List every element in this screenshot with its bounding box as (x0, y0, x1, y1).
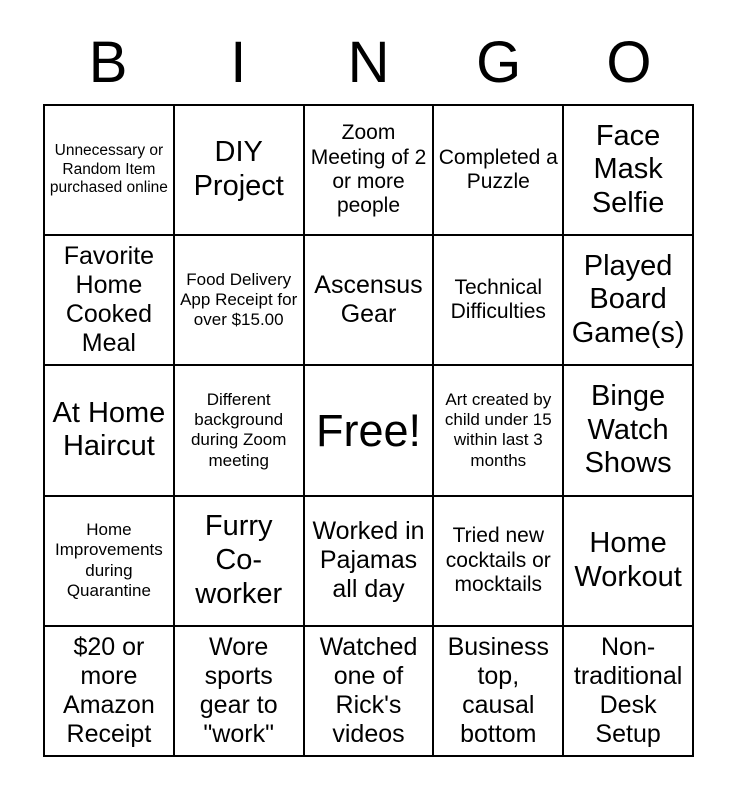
bingo-cell-label: Played Board Game(s) (571, 249, 685, 350)
bingo-cell-label: Face Mask Selfie (591, 119, 665, 219)
bingo-cell-r1c3[interactable]: Zoom Meeting of 2 or more people (304, 106, 435, 237)
bingo-cell-r1c5[interactable]: Face Mask Selfie (564, 106, 694, 237)
bingo-cell-label: Completed a Puzzle (438, 145, 558, 194)
bingo-cell-label: Non-traditional Desk Setup (573, 632, 683, 748)
bingo-cell-label: Ascensus Gear (314, 271, 423, 329)
bingo-cell-label: Business top, causal bottom (447, 632, 550, 748)
bingo-cell-r2c5[interactable]: Played Board Game(s) (564, 236, 694, 367)
bingo-cell-r3c3[interactable]: Free! (304, 366, 435, 497)
bingo-cell-label: Home Workout (574, 527, 682, 593)
bingo-cell-label: Furry Co-worker (195, 510, 283, 610)
bingo-cell-r3c1[interactable]: At Home Haircut (45, 366, 175, 497)
bingo-header-letter-g: G (476, 30, 522, 95)
bingo-cell-label: Zoom Meeting of 2 or more people (310, 121, 427, 218)
bingo-header-letter-i: I (230, 30, 247, 95)
bingo-cell-label: Wore sports gear to "work" (199, 632, 278, 748)
bingo-cell-label: Different background during Zoom meeting (190, 389, 287, 470)
bingo-cell-label: Home Improvements during Quarantine (55, 519, 163, 601)
bingo-cell-r5c3[interactable]: Watched one of Rick's videos (304, 626, 435, 757)
bingo-cell-r1c2[interactable]: DIY Project (174, 106, 305, 237)
bingo-grid: Unnecessary or Random Item purchased onl… (43, 104, 694, 757)
bingo-cell-r2c2[interactable]: Food Delivery App Receipt for over $15.0… (174, 236, 305, 367)
bingo-cell-label: Favorite Home Cooked Meal (63, 242, 155, 358)
bingo-cell-label: Watched one of Rick's videos (319, 632, 418, 748)
bingo-cell-label: At Home Haircut (52, 396, 166, 463)
bingo-cell-label: Art created by child under 15 within las… (444, 389, 552, 470)
bingo-cell-r2c1[interactable]: Favorite Home Cooked Meal (45, 236, 175, 367)
bingo-cell-r3c2[interactable]: Different background during Zoom meeting (174, 366, 305, 497)
bingo-cell-label: $20 or more Amazon Receipt (63, 632, 155, 748)
bingo-cell-r2c3[interactable]: Ascensus Gear (304, 236, 435, 367)
bingo-cell-r5c1[interactable]: $20 or more Amazon Receipt (45, 626, 175, 757)
bingo-cell-label: DIY Project (193, 136, 284, 203)
bingo-cell-label: Worked in Pajamas all day (312, 517, 425, 604)
bingo-cell-label: Tried new cocktails or mocktails (445, 524, 551, 596)
bingo-cell-r1c1[interactable]: Unnecessary or Random Item purchased onl… (45, 106, 175, 237)
bingo-cell-r5c2[interactable]: Wore sports gear to "work" (174, 626, 305, 757)
bingo-cell-r3c5[interactable]: Binge Watch Shows (564, 366, 694, 497)
bingo-header-letter-b: B (88, 30, 128, 95)
bingo-cell-r3c4[interactable]: Art created by child under 15 within las… (434, 366, 565, 497)
bingo-cell-label: Unnecessary or Random Item purchased onl… (49, 142, 168, 197)
bingo-cell-r4c3[interactable]: Worked in Pajamas all day (304, 496, 435, 627)
bingo-header-letter-n: N (347, 30, 390, 95)
bingo-cell-r4c2[interactable]: Furry Co-worker (174, 496, 305, 627)
bingo-card: B I N G O Unnecessary or Random Item pur… (0, 0, 736, 800)
bingo-cell-r1c4[interactable]: Completed a Puzzle (434, 106, 565, 237)
bingo-cell-r5c4[interactable]: Business top, causal bottom (434, 626, 565, 757)
bingo-cell-r2c4[interactable]: Technical Difficulties (434, 236, 565, 367)
bingo-cell-r4c4[interactable]: Tried new cocktails or mocktails (434, 496, 565, 627)
bingo-cell-r4c1[interactable]: Home Improvements during Quarantine (45, 496, 175, 627)
bingo-cell-label: Binge Watch Shows (584, 380, 672, 480)
bingo-cell-label: Free! (315, 404, 421, 456)
bingo-header: B I N G O (43, 28, 694, 98)
bingo-header-letter-o: O (606, 30, 652, 95)
bingo-cell-label: Food Delivery App Receipt for over $15.0… (180, 269, 298, 330)
bingo-cell-r5c5[interactable]: Non-traditional Desk Setup (564, 626, 694, 757)
bingo-cell-r4c5[interactable]: Home Workout (564, 496, 694, 627)
bingo-cell-label: Technical Difficulties (450, 275, 546, 324)
